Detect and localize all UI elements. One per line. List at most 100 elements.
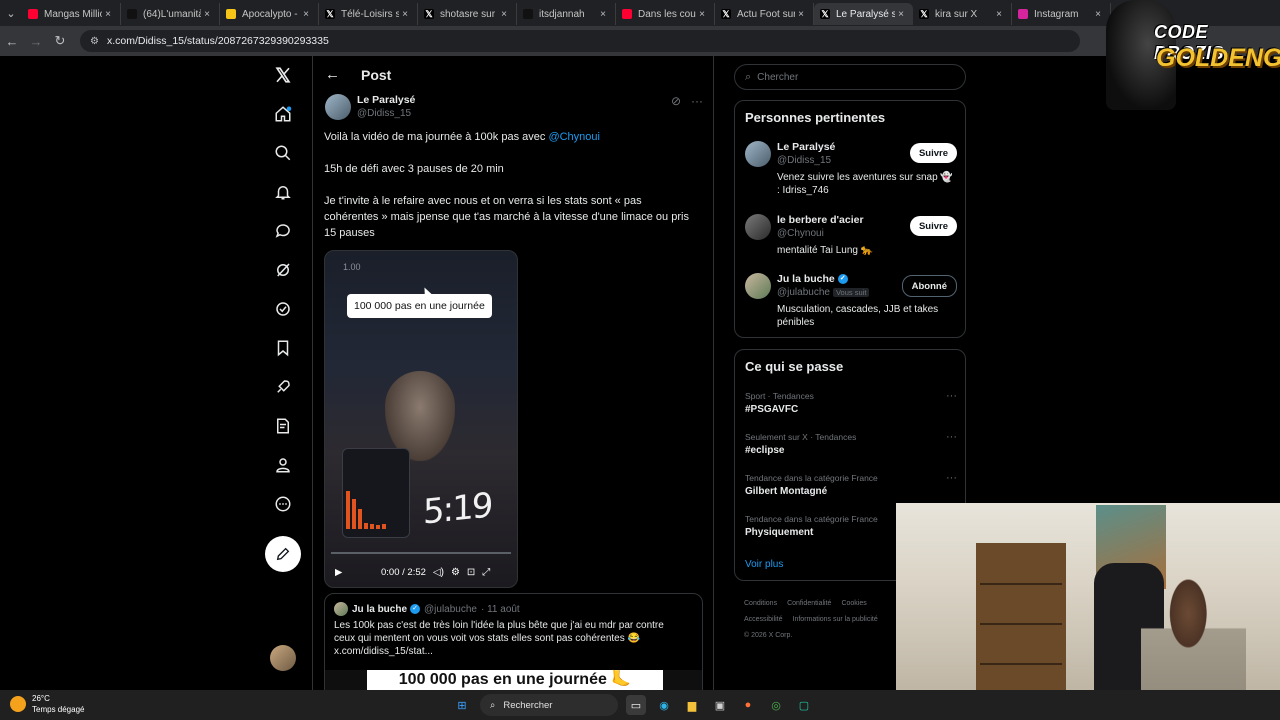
- search-icon: ⌕: [490, 699, 496, 711]
- articles-icon[interactable]: [262, 411, 304, 441]
- quoted-post[interactable]: Ju la buche ✓ @julabuche · 11 août Les 1…: [324, 593, 703, 690]
- person-avatar[interactable]: [745, 273, 771, 299]
- rocket-icon[interactable]: [262, 372, 304, 402]
- close-tab-icon[interactable]: ×: [597, 9, 609, 20]
- footer-link[interactable]: Informations sur la publicité: [793, 616, 878, 623]
- edge-browser-icon[interactable]: ◉: [654, 695, 674, 715]
- account-avatar[interactable]: [270, 645, 296, 671]
- browser-tab[interactable]: 𝕏shotasre sur X×: [418, 3, 517, 25]
- back-arrow-icon[interactable]: ←: [325, 66, 355, 83]
- person-avatar[interactable]: [745, 214, 771, 240]
- browser-tab[interactable]: 𝕏kira sur X ×: [913, 3, 1012, 25]
- footer-link[interactable]: Accessibilité: [744, 616, 783, 623]
- search-icon[interactable]: [262, 138, 304, 168]
- person-name[interactable]: Ju la buche: [777, 273, 835, 285]
- windows-start-icon[interactable]: ⊞: [452, 695, 472, 715]
- trend-item[interactable]: Tendance dans la catégorie France Gilber…: [745, 472, 957, 498]
- close-tab-icon[interactable]: ×: [696, 9, 708, 20]
- browser-tab[interactable]: Mangas Million×: [22, 3, 121, 25]
- author-handle[interactable]: @Didiss_15: [357, 107, 415, 120]
- chrome-icon[interactable]: ◎: [766, 695, 786, 715]
- more-options-icon[interactable]: ···: [946, 472, 957, 485]
- x-logo-icon[interactable]: [262, 60, 304, 90]
- browser-tab[interactable]: 𝕏 Actu Foot sur X×: [715, 3, 814, 25]
- messages-bubble-icon[interactable]: [262, 216, 304, 246]
- person-avatar[interactable]: [745, 141, 771, 167]
- back-arrow-icon[interactable]: ←: [0, 29, 24, 53]
- video-caption: 100 000 pas en une journée: [347, 294, 492, 318]
- search-icon: ⌕: [745, 70, 752, 83]
- youtube-icon: [622, 9, 632, 19]
- browser-tab[interactable]: (64)L'umanità ×: [121, 3, 220, 25]
- close-tab-icon[interactable]: ×: [201, 9, 213, 20]
- footer-link[interactable]: Cookies: [841, 600, 866, 607]
- url-field[interactable]: ⚙ x.com/Didiss_15/status/208726732939029…: [80, 30, 1080, 52]
- person-bio: Musculation, cascades, JJB et takes péni…: [777, 304, 939, 328]
- notifications-bell-icon[interactable]: [262, 177, 304, 207]
- person-name[interactable]: le berbere d'acier: [777, 214, 899, 227]
- browser-tab[interactable]: 𝕏 Télé-Loisirs sur×: [319, 3, 418, 25]
- quote-media[interactable]: 100 000 pas en une journée 🦶: [325, 670, 702, 690]
- more-options-icon[interactable]: ···: [946, 390, 957, 403]
- site-settings-icon[interactable]: ⚙: [90, 36, 99, 47]
- verified-check-icon[interactable]: [262, 294, 304, 324]
- see-more-link[interactable]: Voir plus: [745, 559, 783, 570]
- app-icon[interactable]: ▢: [794, 695, 814, 715]
- forward-arrow-icon[interactable]: →: [24, 29, 48, 53]
- close-tab-icon[interactable]: ×: [498, 9, 510, 20]
- footer-link[interactable]: Conditions: [744, 600, 777, 607]
- play-icon[interactable]: ▶: [335, 567, 347, 578]
- fullscreen-icon[interactable]: ⤢: [482, 567, 490, 578]
- search-input[interactable]: ⌕ Chercher: [734, 64, 966, 90]
- firefox-icon[interactable]: ●: [738, 695, 758, 715]
- file-explorer-icon[interactable]: ▆: [682, 695, 702, 715]
- close-tab-icon[interactable]: ×: [1092, 9, 1104, 20]
- person-name[interactable]: Le Paralysé: [777, 141, 899, 154]
- compose-post-button[interactable]: [265, 536, 301, 572]
- store-icon[interactable]: ▣: [710, 695, 730, 715]
- more-options-icon[interactable]: ···: [946, 431, 957, 444]
- close-tab-icon[interactable]: ×: [300, 9, 312, 20]
- task-view-icon[interactable]: ▭: [626, 695, 646, 715]
- grok-icon[interactable]: [262, 255, 304, 285]
- browser-tab-bar: ⌄ Mangas Million×(64)L'umanità×Apocalypt…: [0, 0, 1280, 26]
- person-bio: mentalité Tai Lung 🐆: [777, 245, 874, 256]
- footer-link[interactable]: Confidentialité: [787, 600, 831, 607]
- more-circle-icon[interactable]: [262, 489, 304, 519]
- bookmark-icon[interactable]: [262, 333, 304, 363]
- x-icon: 𝕏: [325, 8, 335, 19]
- more-options-icon[interactable]: ···: [691, 94, 703, 108]
- volume-icon[interactable]: ◁): [433, 567, 444, 578]
- taskbar-search[interactable]: ⌕ Rechercher: [480, 694, 618, 716]
- close-tab-icon[interactable]: ×: [795, 9, 807, 20]
- tab-list-chevron-icon[interactable]: ⌄: [0, 0, 22, 26]
- browser-tab[interactable]: Dans les coulis×: [616, 3, 715, 25]
- browser-tab[interactable]: Instagram ×: [1012, 3, 1111, 25]
- tab-title: Télé-Loisirs sur: [341, 8, 399, 20]
- close-tab-icon[interactable]: ×: [399, 9, 411, 20]
- close-tab-icon[interactable]: ×: [993, 9, 1005, 20]
- post-author[interactable]: Le Paralysé @Didiss_15: [325, 94, 415, 120]
- follow-button[interactable]: Suivre: [909, 216, 957, 236]
- reload-icon[interactable]: ↻: [48, 29, 72, 53]
- follow-button[interactable]: Suivre: [909, 143, 957, 163]
- trend-item[interactable]: Sport · Tendances #PSGAVFC ···: [745, 390, 957, 416]
- browser-tab[interactable]: Apocalypto - F×: [220, 3, 319, 25]
- close-tab-icon[interactable]: ×: [895, 9, 907, 20]
- video-player[interactable]: 1.00 100 000 pas en une journée 5:19 ▶ 0…: [324, 250, 518, 588]
- author-avatar[interactable]: [325, 94, 351, 120]
- close-tab-icon[interactable]: ×: [102, 9, 114, 20]
- home-icon[interactable]: [262, 99, 304, 129]
- mention-link[interactable]: @Chynoui: [548, 131, 600, 143]
- trend-item[interactable]: Seulement sur X · Tendances #eclipse ···: [745, 431, 957, 457]
- profile-icon[interactable]: [262, 450, 304, 480]
- browser-tab[interactable]: 𝕏 Le Paralysé sur×: [814, 3, 913, 25]
- settings-gear-icon[interactable]: ⚙: [451, 567, 460, 578]
- video-progress-bar[interactable]: [331, 552, 511, 554]
- grok-icon[interactable]: ⊘: [671, 94, 681, 108]
- following-button[interactable]: Abonné: [901, 275, 957, 297]
- weather-widget[interactable]: 26°C Temps dégagé: [10, 693, 84, 715]
- pip-icon[interactable]: ⊡: [467, 567, 475, 578]
- author-name[interactable]: Le Paralysé: [357, 94, 415, 107]
- browser-tab[interactable]: itsdjannah ×: [517, 3, 616, 25]
